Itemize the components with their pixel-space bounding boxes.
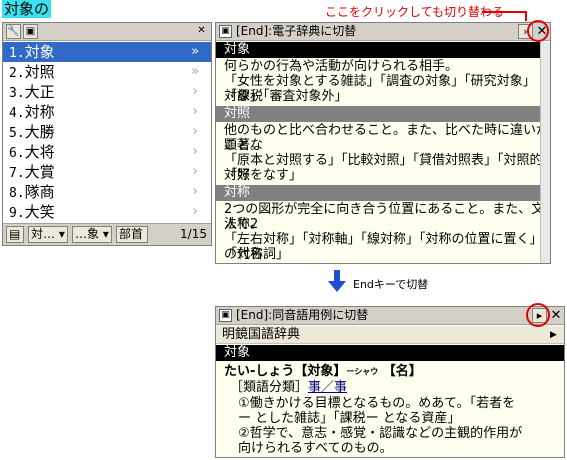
candidate-item[interactable]: 1.対象 » [3,42,211,62]
dictionary-title-bar: ▣ [End]:同音語用例に切替 ▸ ✕ [216,307,564,325]
category-line: ［類語分類］事／事 [230,380,348,395]
chevron-right-icon[interactable]: › [191,202,199,222]
candidate-number: 1. [9,46,25,61]
copy-icon[interactable]: ▣ [23,24,38,39]
arrow-down-icon [328,270,346,292]
candidate-number: 2. [9,66,25,81]
highlight-ring [526,303,550,327]
dictionary-title-bar: ▣ [End]:電子辞典に切替 › ✕ [216,23,550,41]
candidate-item[interactable]: 3.大正 › [3,82,211,102]
dictionary-window-electronic: ▣ [End]:電子辞典に切替 › ✕ 対象 何らかの行為や活動が向けられる相手。… [215,22,551,264]
callout-line [482,11,526,13]
candidate-bottom-bar: ▤ 対… ▾ …象 ▾ 部首 1/15 [3,223,211,245]
scrollbar[interactable] [540,42,550,263]
dictionary-icon: ▣ [219,309,232,322]
definition-line: 対照をなす」 [224,168,303,183]
page-counter: 1/15 [180,227,207,241]
entry-header: 対象 [216,42,540,58]
chevron-right-icon[interactable]: › [191,122,199,142]
candidate-number: 4. [9,106,25,121]
chevron-right-icon[interactable]: › [191,102,199,122]
ime-candidate-window: 🔧 ▣ ✕ 1.対象» 2.対照» 3.大正 › 4.対称 › 5.大勝 › 6.大将 › 7.大賞… [2,22,212,246]
candidate-number: 7. [9,166,25,181]
candidate-item[interactable]: 4.対称 › [3,102,211,122]
definition-line: ①働きかける目標となるもの。めあて。「若者を [238,396,516,411]
candidate-item[interactable]: 5.大勝 › [3,122,211,142]
candidate-word: 大正 [24,83,55,101]
dictionary-window-meikyo: ▣ [End]:同音語用例に切替 ▸ ✕ 明鏡国語辞典 ▶ 対象 たい‐しょう【… [215,306,565,458]
category-link[interactable]: 事／事 [308,380,347,395]
definition-line: ー とした雑誌」「課税ー となる資産」 [238,411,461,426]
chevron-right-icon[interactable]: » [191,62,199,82]
callout-text: ここをクリックしても切り替わる [325,5,505,19]
definition-line: ②哲学で、意志・感覚・認識などの主観的作用が [238,426,523,441]
dictionary-name: 明鏡国語辞典 [222,327,301,342]
suffix-filter-select[interactable]: …象 ▾ [72,226,112,243]
chevron-right-icon[interactable]: › [191,162,199,182]
candidate-number: 5. [9,126,25,141]
prefix-filter-select[interactable]: 対… ▾ [28,226,68,243]
dictionary-title: [End]:電子辞典に切替 [236,24,357,38]
wrench-icon[interactable]: 🔧 [6,24,21,39]
definition-line: 対象」「審査対象外」 [224,89,348,104]
candidate-word: 大笑 [24,203,55,221]
definition-line: 何らかの行為や活動が向けられる相手。 [224,59,459,74]
candidate-item[interactable]: 6.大将 › [3,142,211,162]
headword-line: たい‐しょう【対象】ーシャウ 【名】 [224,364,422,379]
chevron-right-icon[interactable]: » [191,42,199,62]
candidate-toolbar: 🔧 ▣ ✕ [3,23,211,41]
close-icon[interactable]: ✕ [194,24,209,39]
candidate-list: 1.対象 » 2.対照 » 3.大正 › 4.対称 › 5.大勝 › 6.大将 › 7.大賞 › 8.隊商 ›… [3,42,211,226]
ime-input-text: 対象の [2,0,52,18]
close-icon[interactable]: ✕ [549,307,563,324]
candidate-item[interactable]: 8.隊商 › [3,182,211,202]
dictionary-selector[interactable]: 明鏡国語辞典 ▶ [216,326,564,344]
chevron-right-icon[interactable]: › [191,142,199,162]
dictionary-title: [End]:同音語用例に切替 [236,308,369,322]
entry-header: 対象 [216,345,564,361]
definition-line: 人称。 [224,217,264,232]
callout-line-drop [525,11,527,21]
candidate-number: 9. [9,206,25,221]
list-icon[interactable]: ▤ [6,226,24,243]
candidate-item[interactable]: 2.対照 » [3,62,211,82]
chevron-right-icon[interactable]: › [191,82,199,102]
candidate-item[interactable]: 7.大賞 › [3,162,211,182]
candidate-number: 6. [9,146,25,161]
candidate-word: 対象 [24,43,55,61]
definition-line: の代名詞」 [224,247,290,262]
candidate-number: 3. [9,86,25,101]
entry-header: 対称 [216,185,540,201]
candidate-word: 対称 [24,103,55,121]
candidate-word: 対照 [24,63,55,81]
definition-line: 向けられるすべてのもの。 [238,441,393,456]
radical-button[interactable]: 部首 [116,226,148,243]
definition-line: こと。 [224,138,264,153]
dropdown-arrow-icon[interactable]: ▶ [550,326,557,344]
candidate-word: 大将 [24,143,55,161]
definition-line: 他のものと比べ合わせること。また、比べた時に違いが顕著な [224,123,550,153]
entry-header: 対照 [216,106,540,122]
arrow-caption: Endキーで切替 [353,278,429,291]
candidate-word: 大賞 [24,163,55,181]
chevron-right-icon[interactable]: › [191,182,199,202]
highlight-ring [527,20,549,42]
candidate-word: 隊商 [24,183,55,201]
candidate-item[interactable]: 9.大笑 › [3,202,211,222]
candidate-word: 大勝 [24,123,55,141]
definition-line: 2つの図形が完全に向き合う位置にあること。また、文法で2 [224,202,545,232]
candidate-number: 8. [9,186,25,201]
dictionary-icon: ▣ [219,25,232,38]
